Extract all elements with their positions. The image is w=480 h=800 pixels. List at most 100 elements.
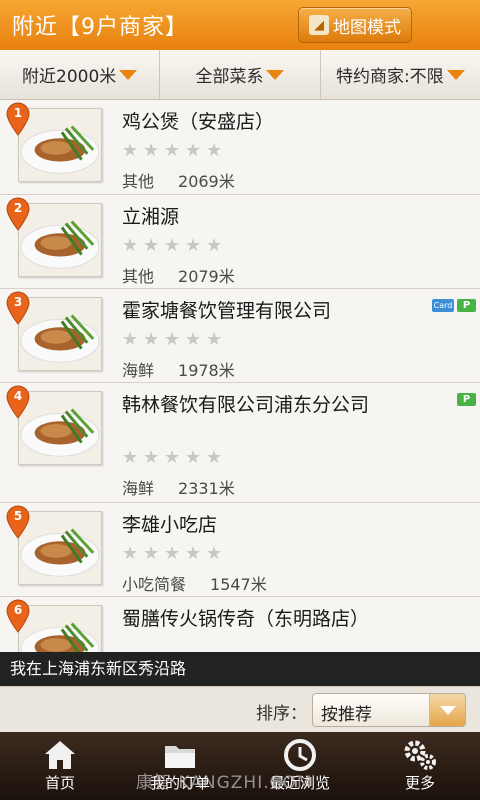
pin-number: 3: [13, 295, 23, 309]
pin-number: 4: [13, 389, 23, 403]
sort-label: 排序：: [256, 704, 307, 724]
rating-stars: ★ ★ ★ ★ ★: [122, 545, 224, 563]
star-icon: ★: [143, 447, 160, 468]
star-icon: ★: [206, 447, 223, 468]
gears-icon: [404, 740, 436, 770]
history-icon: [284, 739, 316, 771]
star-icon: ★: [185, 543, 202, 564]
folder-icon: [165, 746, 195, 768]
watermark: 康智 KANGZHI.COM: [136, 773, 313, 793]
current-location-bar: 我在上海浦东新区秀沿路: [0, 652, 480, 686]
rating-stars: ★ ★ ★ ★ ★: [122, 331, 224, 349]
list-item[interactable]: 4 韩林餐饮有限公司浦东分公司 ★ ★ ★ ★ ★ 海鲜 2331米 P: [0, 383, 480, 503]
list-item[interactable]: 1 鸡公煲（安盛店） ★ ★ ★ ★ ★ 其他 2069米: [0, 100, 480, 195]
star-icon: ★: [185, 235, 202, 256]
star-icon: ★: [185, 140, 202, 161]
dropdown-arrow-icon: [266, 69, 285, 80]
service-badges: Card P: [432, 299, 476, 312]
restaurant-list[interactable]: 1 鸡公煲（安盛店） ★ ★ ★ ★ ★ 其他 2069米 2 立湘源 ★ ★ ★ ★ ★ 其他 2079米 3 霍家…: [0, 100, 480, 652]
star-icon: ★: [143, 329, 160, 350]
rating-stars: ★ ★ ★ ★ ★: [122, 142, 224, 160]
restaurant-meta: 小吃简餐 1547米: [122, 571, 267, 595]
list-item[interactable]: 6蜀膳传火锅传奇（东明路店）★★★★★: [0, 597, 480, 652]
filter-distance-label: 附近2000米: [22, 67, 117, 87]
restaurant-distance: 2069米: [178, 172, 235, 191]
restaurant-meta: 其他 2069米: [122, 168, 235, 192]
star-icon: ★: [206, 543, 223, 564]
restaurant-distance: 1547米: [210, 575, 267, 594]
star-icon: ★: [185, 329, 202, 350]
restaurant-category: 海鲜: [122, 361, 155, 380]
star-icon: ★: [206, 235, 223, 256]
map-pin-icon: 5: [5, 505, 31, 539]
restaurant-meta: 其他 2079米: [122, 263, 235, 287]
map-pin-icon: 1: [5, 102, 31, 136]
list-item[interactable]: 3 霍家塘餐饮管理有限公司 ★ ★ ★ ★ ★ 海鲜 1978米 Card P: [0, 289, 480, 383]
restaurant-name: 立湘源: [122, 206, 180, 228]
restaurant-name: 蜀膳传火锅传奇（东明路店）: [122, 608, 370, 630]
map-icon: ◢: [309, 15, 329, 35]
rating-stars: ★ ★ ★ ★ ★: [122, 237, 224, 255]
nav-more-label: 更多: [404, 774, 435, 792]
star-icon: ★: [206, 329, 223, 350]
restaurant-name: 李雄小吃店: [122, 514, 218, 536]
filter-cuisine[interactable]: 全部菜系: [160, 50, 321, 99]
map-pin-icon: 6: [5, 599, 31, 633]
sort-select[interactable]: 按推荐: [312, 693, 466, 727]
parking-badge: P: [457, 393, 476, 406]
restaurant-distance: 2079米: [178, 267, 235, 286]
restaurant-meta: 海鲜 2331米: [122, 475, 235, 499]
page-title: 附近【9户商家】: [12, 15, 188, 40]
map-mode-label: 地图模式: [333, 17, 401, 38]
restaurant-distance: 2331米: [178, 479, 235, 498]
sort-bar: 排序： 按推荐: [0, 686, 480, 732]
map-pin-icon: 4: [5, 385, 31, 419]
star-icon: ★: [143, 543, 160, 564]
map-mode-button[interactable]: ◢ 地图模式: [298, 7, 412, 43]
star-icon: ★: [164, 329, 181, 350]
star-icon: ★: [164, 140, 181, 161]
nav-more[interactable]: 更多: [360, 732, 480, 800]
map-pin-icon: 3: [5, 291, 31, 325]
filter-partner-label: 特约商家:不限: [335, 67, 444, 87]
star-icon: ★: [164, 235, 181, 256]
nav-home[interactable]: 首页: [0, 732, 120, 800]
star-icon: ★: [206, 140, 223, 161]
dropdown-arrow-icon: [446, 69, 465, 80]
restaurant-category: 海鲜: [122, 479, 155, 498]
rating-stars: ★ ★ ★ ★ ★: [122, 449, 224, 467]
dropdown-arrow-icon: [119, 69, 138, 80]
chevron-down-icon: [439, 705, 456, 715]
title-bar: 附近【9户商家】 ◢ 地图模式: [0, 0, 480, 50]
filter-cuisine-label: 全部菜系: [195, 67, 264, 87]
pin-number: 5: [13, 509, 23, 523]
restaurant-category: 其他: [122, 267, 155, 286]
filter-partner[interactable]: 特约商家:不限: [321, 50, 480, 99]
restaurant-category: 小吃简餐: [122, 575, 187, 594]
star-icon: ★: [164, 543, 181, 564]
sort-dropdown-button[interactable]: [429, 694, 465, 726]
star-icon: ★: [122, 140, 139, 161]
pin-number: 1: [13, 106, 23, 120]
star-icon: ★: [164, 447, 181, 468]
star-icon: ★: [122, 329, 139, 350]
star-icon: ★: [122, 235, 139, 256]
star-icon: ★: [185, 447, 202, 468]
restaurant-distance: 1978米: [178, 361, 235, 380]
star-icon: ★: [143, 140, 160, 161]
pin-number: 6: [13, 603, 23, 617]
home-icon: [45, 741, 75, 769]
restaurant-meta: 海鲜 1978米: [122, 357, 235, 381]
list-item[interactable]: 5 李雄小吃店 ★ ★ ★ ★ ★ 小吃简餐 1547米: [0, 503, 480, 597]
sort-value: 按推荐: [321, 705, 372, 725]
list-item[interactable]: 2 立湘源 ★ ★ ★ ★ ★ 其他 2079米: [0, 195, 480, 289]
restaurant-name: 韩林餐饮有限公司浦东分公司: [122, 394, 370, 416]
restaurant-name: 霍家塘餐饮管理有限公司: [122, 300, 332, 322]
restaurant-category: 其他: [122, 172, 155, 191]
service-badges: P: [457, 393, 476, 406]
filter-bar: 附近2000米 全部菜系 特约商家:不限: [0, 50, 480, 100]
restaurant-name: 鸡公煲（安盛店）: [122, 111, 275, 133]
map-pin-icon: 2: [5, 197, 31, 231]
filter-distance[interactable]: 附近2000米: [0, 50, 161, 99]
parking-badge: P: [457, 299, 476, 312]
